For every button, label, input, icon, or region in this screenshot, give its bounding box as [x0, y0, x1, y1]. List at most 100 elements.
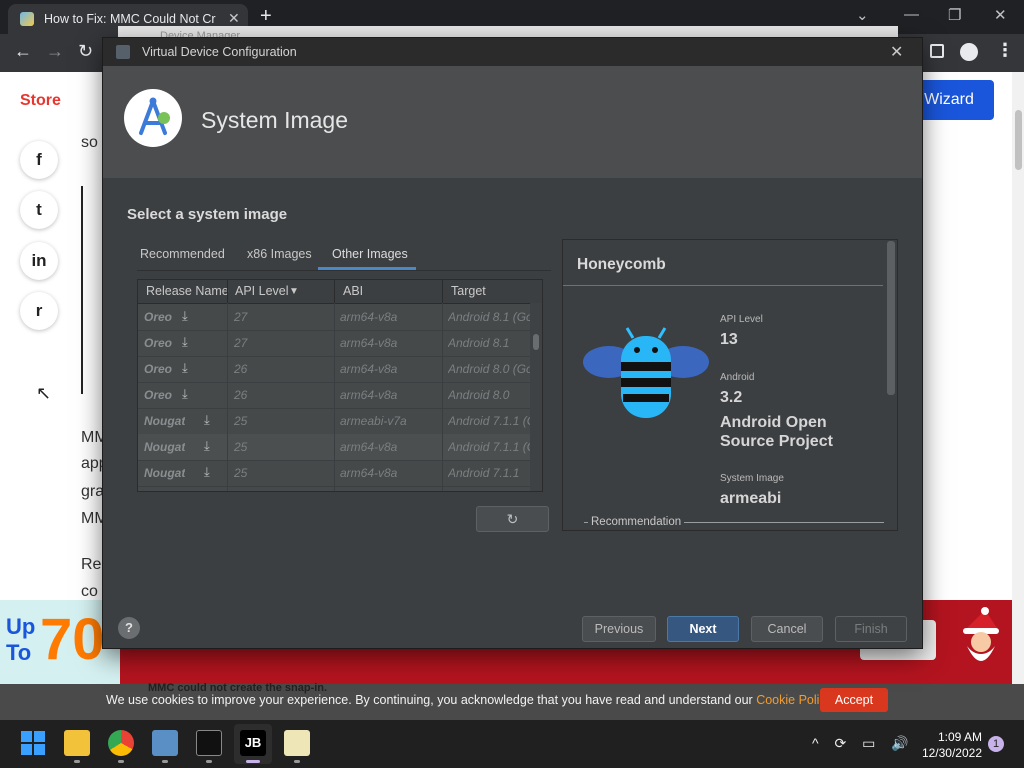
download-icon[interactable]: ⤓	[204, 438, 210, 454]
restore-button[interactable]: ❐	[948, 6, 961, 24]
download-icon[interactable]: ⤓	[182, 360, 188, 376]
reload-icon[interactable]: ↻	[78, 41, 93, 62]
page-scrollbar-thumb[interactable]	[1015, 110, 1022, 170]
download-icon[interactable]: ⤓	[182, 386, 188, 402]
taskbar-indicator	[162, 760, 168, 763]
detail-scrollbar-thumb[interactable]	[887, 241, 895, 395]
notepad-icon[interactable]	[284, 730, 310, 756]
download-icon[interactable]: ⤓	[182, 334, 188, 350]
twitter-share-icon[interactable]: t	[20, 191, 58, 229]
cancel-button[interactable]: Cancel	[751, 616, 823, 642]
clock-time: 1:09 AM	[937, 730, 982, 744]
download-icon[interactable]: ⤓	[204, 412, 210, 428]
target-cell: Android 8.0 (Google	[448, 362, 532, 376]
start-button[interactable]	[20, 730, 46, 756]
android-version-value: 3.2	[720, 389, 743, 406]
forward-icon[interactable]: →	[46, 41, 64, 62]
target-cell: Android 8.0	[448, 388, 510, 402]
dialog-close-icon[interactable]: ✕	[890, 42, 903, 62]
tab-x86-images[interactable]: x86 Images	[247, 247, 312, 261]
help-icon[interactable]: ?	[118, 617, 140, 639]
tab-search-icon[interactable]: ⌄	[856, 6, 869, 24]
column-abi[interactable]: ABI	[343, 284, 363, 298]
column-separator	[227, 303, 228, 491]
api-level-value: 13	[720, 331, 738, 348]
abi-cell: arm64-v8a	[340, 388, 398, 402]
browser-menu-icon[interactable]: ⋮	[996, 40, 1014, 61]
api-level-cell: 25	[234, 414, 248, 428]
column-api-level[interactable]: API Level	[235, 284, 289, 298]
column-release-name[interactable]: Release Name	[146, 284, 229, 298]
jetbrains-icon[interactable]: JB	[240, 730, 266, 756]
taskbar-indicator	[74, 760, 80, 763]
linkedin-share-icon[interactable]: in	[20, 242, 58, 280]
new-tab-button[interactable]: +	[260, 5, 272, 28]
back-icon[interactable]: ←	[14, 41, 32, 62]
reddit-share-icon[interactable]: r	[20, 292, 58, 330]
table-scrollbar-thumb[interactable]	[533, 334, 539, 350]
android-studio-small-icon	[116, 45, 130, 59]
tab-favicon-icon	[20, 12, 34, 26]
notification-badge[interactable]: 1	[988, 736, 1004, 752]
target-cell: Android 8.1 (Google	[448, 310, 532, 324]
taskbar-indicator	[294, 760, 300, 763]
table-scrollbar[interactable]	[530, 303, 542, 491]
release-name-cell: Nougat	[144, 466, 186, 480]
chrome-icon[interactable]	[108, 730, 134, 756]
target-cell: Android 7.1.1 (Google	[448, 414, 532, 428]
profile-avatar-icon[interactable]	[960, 43, 978, 61]
photos-icon[interactable]	[152, 730, 178, 756]
dialog-title: Virtual Device Configuration	[142, 45, 297, 59]
clock-date: 12/30/2022	[921, 746, 982, 760]
column-separator	[334, 303, 335, 491]
system-image-value: armeabi	[720, 490, 782, 507]
tab-recommended[interactable]: Recommended	[140, 247, 225, 261]
cookie-accept-button[interactable]: Accept	[820, 688, 888, 712]
taskbar-indicator	[206, 760, 212, 763]
abi-cell: arm64-v8a	[340, 310, 398, 324]
honeycomb-bee-icon	[583, 327, 709, 418]
system-image-label: System Image	[720, 473, 784, 484]
promo-up-to: Up To	[6, 614, 35, 666]
abi-cell: arm64-v8a	[340, 362, 398, 376]
abi-cell: armeabi-v7a	[340, 414, 407, 428]
windows-logo-icon	[21, 731, 45, 755]
release-name-cell: Oreo	[144, 310, 173, 324]
abi-cell: arm64-v8a	[340, 440, 398, 454]
download-icon[interactable]: ⤓	[182, 308, 188, 324]
column-target[interactable]: Target	[451, 284, 486, 298]
sidebar-icon[interactable]	[930, 44, 944, 58]
file-explorer-icon[interactable]	[64, 730, 90, 756]
terminal-icon[interactable]	[196, 730, 222, 756]
system-image-table[interactable]: Release Name API Level ▼ ABI Target Oreo…	[137, 279, 543, 492]
facebook-share-icon[interactable]: f	[20, 141, 58, 179]
table-header: Release Name API Level ▼ ABI Target	[138, 280, 542, 304]
store-link[interactable]: Store	[20, 92, 61, 110]
column-separator	[334, 280, 335, 303]
select-image-label: Select a system image	[127, 206, 288, 223]
next-button[interactable]: Next	[667, 616, 739, 642]
promo-percent: 70	[40, 607, 105, 672]
api-level-label: API Level	[720, 314, 763, 325]
taskbar-clock[interactable]: 1:09 AM 12/30/2022	[918, 729, 982, 761]
tab-other-images[interactable]: Other Images	[332, 247, 408, 261]
download-icon[interactable]: ⤓	[204, 464, 210, 480]
system-tray-icons[interactable]: ^ ⟳ ▭ 🔊	[812, 735, 915, 752]
window-close-button[interactable]: ✕	[994, 6, 1007, 24]
sort-desc-icon[interactable]: ▼	[289, 286, 299, 297]
previous-button[interactable]: Previous	[582, 616, 656, 642]
tabs-divider	[137, 270, 551, 271]
api-level-cell: 27	[234, 310, 248, 324]
target-cell: Android 8.1	[448, 336, 510, 350]
refresh-button[interactable]: ↻	[476, 506, 549, 532]
tab-close-icon[interactable]: ✕	[228, 10, 240, 27]
cookie-message: We use cookies to improve your experienc…	[106, 693, 753, 707]
android-name-value: Android Open Source Project	[720, 414, 833, 450]
header-title: System Image	[201, 107, 348, 133]
santa-image	[963, 607, 999, 661]
column-separator	[442, 280, 443, 303]
minimize-button[interactable]: —	[904, 6, 919, 23]
android-label: Android	[720, 372, 755, 383]
column-separator	[227, 280, 228, 303]
mouse-cursor-icon: ↖	[36, 383, 52, 403]
